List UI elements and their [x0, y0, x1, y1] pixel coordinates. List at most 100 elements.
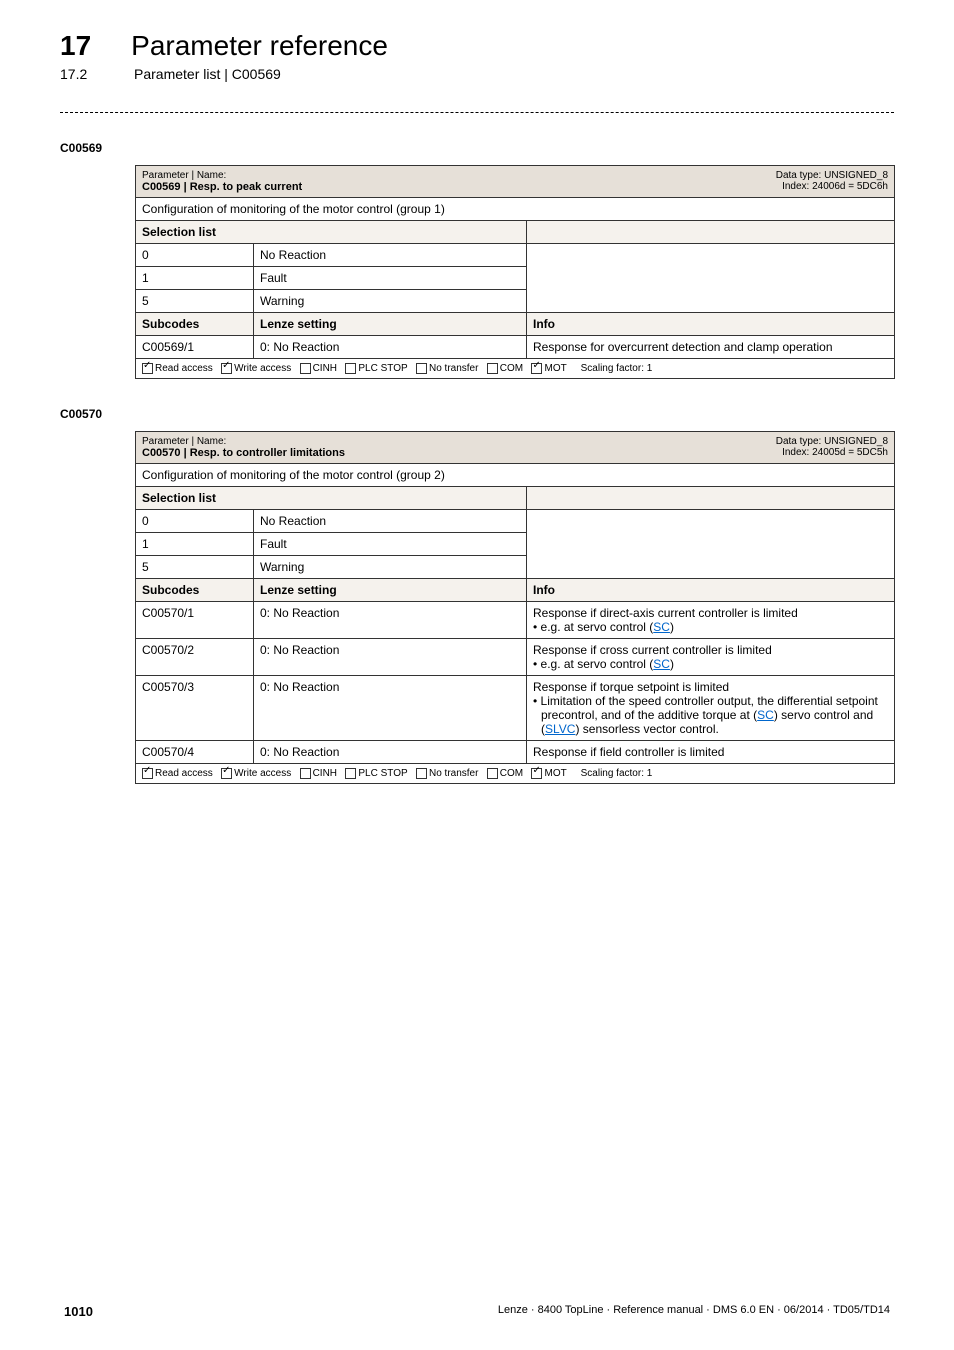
- info-value: Response if cross current controller is …: [527, 639, 895, 676]
- plc-stop-checkbox: [345, 768, 356, 779]
- read-access-checkbox: [142, 768, 153, 779]
- selection-num: 5: [136, 290, 254, 313]
- info-text: ): [670, 657, 674, 671]
- param-heading: C00570: [60, 407, 894, 421]
- param-table-c00570: Parameter | Name: C00570 | Resp. to cont…: [135, 431, 895, 784]
- mot-label: MOT: [544, 768, 566, 779]
- empty-cell: [527, 221, 895, 244]
- selection-list-header: Selection list: [136, 487, 527, 510]
- sc-link[interactable]: SC: [653, 657, 670, 671]
- info-text: Response if cross current controller is …: [533, 643, 772, 657]
- param-description: Configuration of monitoring of the motor…: [136, 198, 895, 221]
- cinh-label: CINH: [313, 768, 337, 779]
- info-text: Response if torque setpoint is limited: [533, 680, 729, 694]
- cinh-checkbox: [300, 768, 311, 779]
- mot-checkbox: [531, 363, 542, 374]
- param-name-label: Parameter | Name:: [142, 436, 345, 447]
- scaling-factor: Scaling factor: 1: [581, 768, 653, 779]
- scaling-factor: Scaling factor: 1: [581, 363, 653, 374]
- subcode-value: C00570/4: [136, 741, 254, 764]
- read-access-label: Read access: [155, 363, 213, 374]
- selection-num: 1: [136, 533, 254, 556]
- selection-num: 5: [136, 556, 254, 579]
- subcode-value: C00569/1: [136, 336, 254, 359]
- subcode-value: C00570/1: [136, 602, 254, 639]
- subcode-value: C00570/3: [136, 676, 254, 741]
- write-access-label: Write access: [234, 768, 291, 779]
- subcode-value: C00570/2: [136, 639, 254, 676]
- no-transfer-checkbox: [416, 363, 427, 374]
- write-access-checkbox: [221, 363, 232, 374]
- slvc-link[interactable]: SLVC: [545, 722, 575, 736]
- mot-checkbox: [531, 768, 542, 779]
- page-number: 1010: [64, 1304, 93, 1319]
- access-footer: Read access Write access CINH PLC STOP N…: [136, 359, 895, 379]
- no-transfer-checkbox: [416, 768, 427, 779]
- index-value: Index: 24005d = 5DC5h: [776, 447, 888, 458]
- info-bullet: • e.g. at servo control (: [533, 657, 653, 671]
- selection-text: Warning: [254, 290, 527, 313]
- write-access-checkbox: [221, 768, 232, 779]
- subcodes-header: Subcodes: [136, 313, 254, 336]
- subcodes-header: Subcodes: [136, 579, 254, 602]
- selection-num: 1: [136, 267, 254, 290]
- param-table-c00569: Parameter | Name: C00569 | Resp. to peak…: [135, 165, 895, 379]
- com-label: COM: [500, 768, 523, 779]
- info-value: Response if field controller is limited: [527, 741, 895, 764]
- info-value: Response for overcurrent detection and c…: [527, 336, 895, 359]
- lenze-setting-value: 0: No Reaction: [254, 676, 527, 741]
- empty-cell: [527, 510, 895, 579]
- cinh-label: CINH: [313, 363, 337, 374]
- info-text: Response if direct-axis current controll…: [533, 606, 798, 620]
- param-heading: C00569: [60, 141, 894, 155]
- param-name: C00570 | Resp. to controller limitations: [142, 447, 345, 459]
- section-title: Parameter list | C00569: [134, 66, 281, 82]
- info-text: ) sensorless vector control.: [575, 722, 718, 736]
- data-type: Data type: UNSIGNED_8: [776, 436, 888, 447]
- lenze-setting-value: 0: No Reaction: [254, 741, 527, 764]
- access-footer: Read access Write access CINH PLC STOP N…: [136, 764, 895, 784]
- lenze-setting-value: 0: No Reaction: [254, 639, 527, 676]
- selection-text: Warning: [254, 556, 527, 579]
- info-header: Info: [527, 579, 895, 602]
- sc-link[interactable]: SC: [653, 620, 670, 634]
- empty-cell: [527, 244, 895, 313]
- index-value: Index: 24006d = 5DC6h: [776, 181, 888, 192]
- info-value: Response if torque setpoint is limited •…: [527, 676, 895, 741]
- plc-stop-checkbox: [345, 363, 356, 374]
- selection-num: 0: [136, 244, 254, 267]
- plc-stop-label: PLC STOP: [358, 768, 407, 779]
- section-number: 17.2: [60, 66, 94, 82]
- info-header: Info: [527, 313, 895, 336]
- no-transfer-label: No transfer: [429, 363, 478, 374]
- divider: [60, 112, 894, 113]
- selection-text: Fault: [254, 533, 527, 556]
- doc-info: Lenze · 8400 TopLine · Reference manual …: [498, 1304, 890, 1319]
- selection-text: No Reaction: [254, 244, 527, 267]
- info-bullet: • e.g. at servo control (: [533, 620, 653, 634]
- com-checkbox: [487, 363, 498, 374]
- sc-link[interactable]: SC: [757, 708, 774, 722]
- read-access-checkbox: [142, 363, 153, 374]
- com-label: COM: [500, 363, 523, 374]
- read-access-label: Read access: [155, 768, 213, 779]
- selection-list-header: Selection list: [136, 221, 527, 244]
- selection-text: Fault: [254, 267, 527, 290]
- mot-label: MOT: [544, 363, 566, 374]
- data-type: Data type: UNSIGNED_8: [776, 170, 888, 181]
- info-value: Response if direct-axis current controll…: [527, 602, 895, 639]
- lenze-setting-header: Lenze setting: [254, 313, 527, 336]
- param-name-label: Parameter | Name:: [142, 170, 302, 181]
- com-checkbox: [487, 768, 498, 779]
- selection-text: No Reaction: [254, 510, 527, 533]
- no-transfer-label: No transfer: [429, 768, 478, 779]
- chapter-number: 17: [60, 30, 91, 62]
- param-name: C00569 | Resp. to peak current: [142, 181, 302, 193]
- lenze-setting-header: Lenze setting: [254, 579, 527, 602]
- empty-cell: [527, 487, 895, 510]
- info-text: ): [670, 620, 674, 634]
- lenze-setting-value: 0: No Reaction: [254, 336, 527, 359]
- write-access-label: Write access: [234, 363, 291, 374]
- chapter-title: Parameter reference: [131, 30, 388, 62]
- selection-num: 0: [136, 510, 254, 533]
